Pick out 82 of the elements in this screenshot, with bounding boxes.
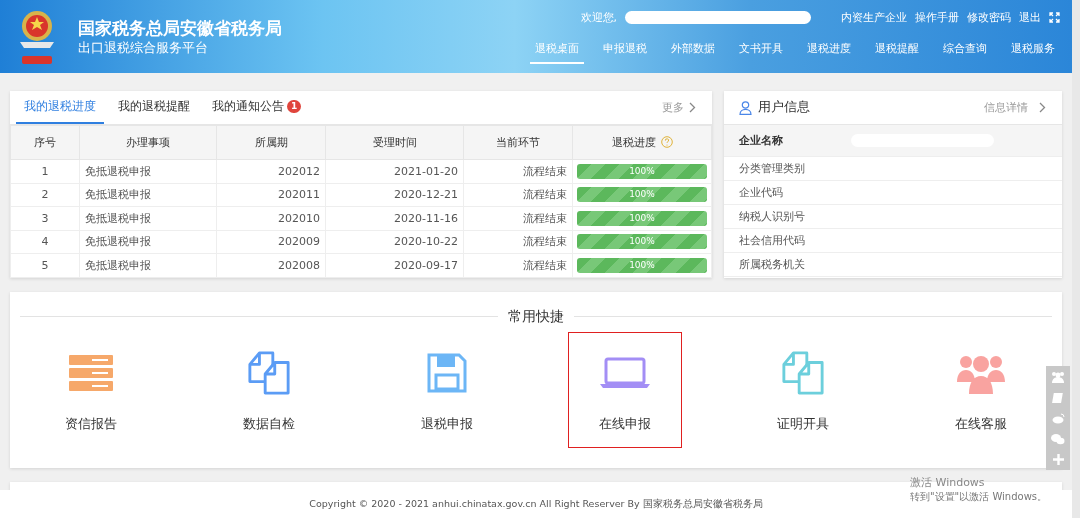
header-link[interactable]: 内资生产企业 bbox=[841, 10, 907, 25]
column-header: 所属期 bbox=[216, 125, 326, 160]
table-cell: 2020-11-16 bbox=[325, 206, 464, 230]
details-link[interactable]: 信息详情 bbox=[984, 100, 1028, 115]
header-link[interactable]: 操作手册 bbox=[915, 10, 959, 25]
column-header: 办理事项 bbox=[79, 125, 217, 160]
progress-text: 100% bbox=[628, 211, 656, 225]
column-header: 序号 bbox=[10, 125, 80, 160]
table-cell: 1 bbox=[10, 159, 80, 183]
help-icon[interactable] bbox=[660, 136, 673, 148]
table-cell: 202010 bbox=[216, 206, 326, 230]
info-label: 所属税务机关 bbox=[739, 257, 805, 272]
table-cell: 免抵退税申报 bbox=[79, 183, 217, 207]
table-cell: 流程结束 bbox=[463, 206, 573, 230]
people-icon[interactable] bbox=[1051, 371, 1065, 383]
more-link[interactable]: 更多 bbox=[662, 100, 684, 115]
table-cell: 流程结束 bbox=[463, 253, 573, 277]
nav-tab[interactable]: 退税提醒 bbox=[870, 41, 924, 64]
book-icon[interactable] bbox=[1052, 392, 1064, 404]
user-icon bbox=[739, 100, 752, 115]
info-label: 企业名称 bbox=[739, 133, 783, 148]
info-label: 企业代码 bbox=[739, 185, 783, 200]
progress-text: 100% bbox=[628, 188, 656, 202]
shortcut-item[interactable]: 在线客服 bbox=[924, 331, 1038, 448]
header-link[interactable]: 修改密码 bbox=[967, 10, 1011, 25]
notification-badge: 1 bbox=[287, 100, 302, 113]
shortcut-item[interactable]: 资信报告 bbox=[34, 331, 148, 448]
table-cell: 2020-09-17 bbox=[325, 253, 464, 277]
info-label: 分类管理类别 bbox=[739, 161, 805, 176]
nav-tab[interactable]: 综合查询 bbox=[938, 41, 992, 64]
panel-tab[interactable]: 我的退税提醒 bbox=[110, 91, 198, 124]
table-cell: 免抵退税申报 bbox=[79, 253, 217, 277]
table-cell: 2020-12-21 bbox=[325, 183, 464, 207]
info-label: 纳税人识别号 bbox=[739, 209, 805, 224]
panel-tab[interactable]: 我的通知公告 1 bbox=[204, 91, 310, 124]
table-cell: 202011 bbox=[216, 183, 326, 207]
column-header: 当前环节 bbox=[463, 125, 573, 160]
table-cell: 2021-01-20 bbox=[325, 159, 464, 183]
table-cell: 免抵退税申报 bbox=[79, 206, 217, 230]
site-title: 国家税务总局安徽省税务局 bbox=[78, 16, 282, 39]
nav-tab[interactable]: 退税桌面 bbox=[530, 41, 584, 64]
copyright-text: Copyright © 2020 - 2021 anhui.chinatax.gov.cn All Right Reserver By 国家税务总局安徽省税务局 bbox=[309, 497, 763, 511]
progress-text: 100% bbox=[628, 164, 656, 178]
welcome-text: 欢迎您, bbox=[580, 10, 617, 25]
table-cell: 2 bbox=[10, 183, 80, 207]
table-cell: 5 bbox=[10, 253, 80, 277]
nav-tab[interactable]: 外部数据 bbox=[666, 41, 720, 64]
table-cell: 流程结束 bbox=[463, 183, 573, 207]
chevron-right-icon bbox=[689, 102, 696, 113]
nav-tab[interactable]: 文书开具 bbox=[734, 41, 788, 64]
chevron-right-icon bbox=[1039, 102, 1046, 113]
shortcut-item[interactable]: 数据自检 bbox=[212, 331, 326, 448]
activation-hint: 转到"设置"以激活 Windows。 bbox=[910, 490, 1048, 504]
nav-tab[interactable]: 申报退税 bbox=[598, 41, 652, 64]
table-cell: 202009 bbox=[216, 230, 326, 254]
table-cell: 4 bbox=[10, 230, 80, 254]
shortcut-item[interactable]: 退税申报 bbox=[390, 331, 504, 448]
shortcut-item[interactable]: 在线申报 bbox=[568, 331, 682, 448]
table-cell: 2020-10-22 bbox=[325, 230, 464, 254]
nav-tab[interactable]: 退税服务 bbox=[1006, 41, 1060, 64]
column-header: 退税进度 bbox=[572, 125, 712, 160]
table-cell: 免抵退税申报 bbox=[79, 159, 217, 183]
column-header: 受理时间 bbox=[325, 125, 464, 160]
table-cell: 202008 bbox=[216, 253, 326, 277]
user-info-title: 用户信息 bbox=[758, 99, 810, 116]
table-cell: 免抵退税申报 bbox=[79, 230, 217, 254]
site-subtitle: 出口退税综合服务平台 bbox=[78, 38, 209, 57]
plus-icon[interactable] bbox=[1052, 454, 1064, 465]
table-cell: 202012 bbox=[216, 159, 326, 183]
section-title: 常用快捷 bbox=[508, 307, 564, 326]
nav-tab[interactable]: 退税进度 bbox=[802, 41, 856, 64]
info-label: 社会信用代码 bbox=[739, 233, 805, 248]
progress-text: 100% bbox=[628, 235, 656, 249]
shortcut-item[interactable]: 证明开具 bbox=[746, 331, 860, 448]
activation-title: 激活 Windows bbox=[910, 475, 986, 490]
chat-icon[interactable] bbox=[1051, 433, 1065, 445]
table-cell: 流程结束 bbox=[463, 230, 573, 254]
table-cell: 流程结束 bbox=[463, 159, 573, 183]
progress-text: 100% bbox=[628, 258, 656, 272]
header-link[interactable]: 退出 bbox=[1019, 10, 1041, 25]
fullscreen-icon[interactable] bbox=[1049, 12, 1060, 23]
table-cell: 3 bbox=[10, 206, 80, 230]
